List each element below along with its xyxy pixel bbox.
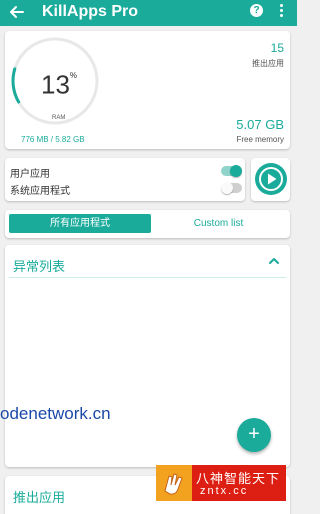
logo-subtitle: zntx.cc (200, 485, 249, 497)
list-tabs: 所有应用程式 Custom list (5, 210, 290, 238)
kill-apps-button[interactable] (255, 163, 287, 195)
more-vertical-icon[interactable] (278, 4, 284, 20)
exception-list-card: 异常列表 + (5, 245, 290, 467)
ram-percent-value: 13 (41, 69, 70, 100)
system-apps-switch[interactable] (221, 182, 242, 194)
memory-card: 13% RAM 776 MB / 5.82 GB 15 推出应用 5.07 GB… (5, 31, 290, 149)
chevron-up-icon[interactable] (268, 255, 280, 267)
killed-apps-title: 推出应用 (13, 490, 66, 505)
divider (9, 277, 286, 278)
site-logo: 八神智能天下 zntx.cc (156, 465, 286, 501)
killed-apps-count: 15 (270, 41, 284, 55)
ram-percent-sign: % (69, 71, 78, 80)
killed-apps-label: 推出应用 (252, 59, 284, 68)
app-type-toggles: 用户应用 系统应用程式 (5, 158, 245, 201)
add-app-button[interactable]: + (237, 418, 271, 452)
arrow-left-icon[interactable] (8, 3, 26, 21)
hand-logo-icon (156, 465, 192, 501)
memory-usage-detail: 776 MB / 5.82 GB (21, 135, 85, 144)
tab-custom-list[interactable]: Custom list (151, 214, 286, 233)
ram-percent: 13% (41, 69, 77, 98)
ram-label: RAM (52, 115, 66, 121)
kill-button-card (251, 158, 290, 201)
app-title: KillApps Pro (42, 3, 139, 20)
free-memory-value: 5.07 GB (236, 117, 284, 132)
play-circle-icon (259, 167, 283, 191)
system-apps-label: 系统应用程式 (10, 186, 70, 197)
exception-list-title: 异常列表 (13, 259, 66, 274)
app-bar: KillApps Pro ? (0, 0, 297, 26)
watermark-text: odenetwork.cn (0, 404, 111, 423)
tab-all-apps[interactable]: 所有应用程式 (9, 214, 151, 233)
free-memory-label: Free memory (236, 135, 284, 144)
help-circle-icon[interactable]: ? (250, 4, 263, 17)
user-apps-switch[interactable] (221, 165, 242, 177)
user-apps-label: 用户应用 (10, 169, 50, 180)
